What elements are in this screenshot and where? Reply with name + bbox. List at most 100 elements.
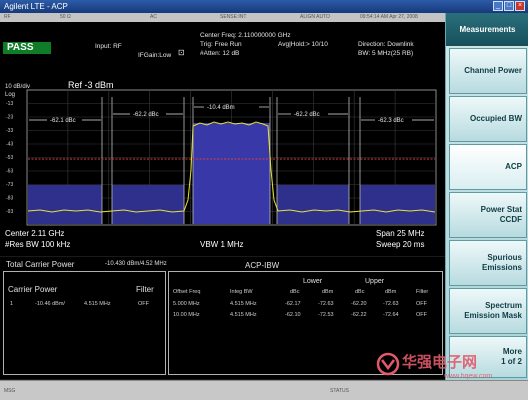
table-cell: 4.515 MHz <box>230 312 257 318</box>
y-axis-ticks: -13 -23 -33 -43 -53 -63 -73 -83 -93 <box>6 101 13 215</box>
y-tick: -13 <box>6 101 13 107</box>
input-setting: Input: RF <box>95 43 122 50</box>
instrument-status-strip: RF 50 Ω AC SENSE:INT ALIGN AUTO 09:54:14… <box>0 13 445 22</box>
table-cell: 4.515 MHz <box>230 301 257 307</box>
status-coupling: AC <box>150 14 157 20</box>
center-freq-label: Center 2.11 GHz <box>5 229 64 238</box>
table-cell: -62.10 <box>285 312 301 318</box>
direction-info: Direction: Downlink <box>358 41 414 48</box>
softkey-label: CCDF <box>499 215 522 224</box>
col-upper-dbc: dBc <box>355 289 365 295</box>
y-tick: -23 <box>6 115 13 121</box>
minimize-button[interactable]: _ <box>493 1 503 11</box>
softkey-acp[interactable]: ACP <box>449 144 527 190</box>
lower-offset-2-label: -62.1 dBc <box>50 118 76 124</box>
softkey-label: Spurious <box>487 253 522 262</box>
window-titlebar: Agilent LTE - ACP _ □ × <box>0 0 528 13</box>
spectrum-plot[interactable]: 10 dB/div Ref -3 dBm Log -13 -23 -33 -43… <box>0 60 445 256</box>
carrier-index: 1 <box>10 301 14 307</box>
bottom-status-bar: MSG STATUS <box>0 380 528 400</box>
table-cell: -62.20 <box>351 301 367 307</box>
table-cell: OFF <box>416 301 427 307</box>
measurement-info-bar: PASS Input: RF IFGain:Low ⊡ Center Freq:… <box>0 22 445 60</box>
sweep-label: Sweep 20 ms <box>376 240 424 249</box>
carrier-filter-label: Filter <box>136 285 154 294</box>
if-gain-setting: IFGain:Low <box>138 52 172 59</box>
table-cell: -62.17 <box>285 301 301 307</box>
upper-offset-2-label: -62.3 dBc <box>378 118 404 124</box>
y-tick: -43 <box>6 142 13 148</box>
input-icon: ⊡ <box>178 48 185 57</box>
total-carrier-power-label: Total Carrier Power <box>6 260 75 269</box>
carrier-bw-value: 4.515 MHz <box>84 301 111 307</box>
span-label: Span 25 MHz <box>376 229 424 238</box>
softkey-channel-power[interactable]: Channel Power <box>449 48 527 94</box>
softkey-power-stat-ccdf[interactable]: Power Stat CCDF <box>449 192 527 238</box>
table-cell: 10.00 MHz <box>173 312 200 318</box>
log-label: Log <box>5 92 15 98</box>
carrier-power-label: Carrier Power <box>8 285 58 294</box>
upper-offset-1-block <box>277 185 349 224</box>
watermark-text: 华强电子网 <box>402 353 477 371</box>
status-label: STATUS <box>330 388 349 394</box>
maximize-button[interactable]: □ <box>504 1 514 11</box>
table-cell: -72.64 <box>383 312 399 318</box>
softkey-label: ACP <box>505 162 522 171</box>
softkey-label: Emissions <box>481 263 522 272</box>
y-tick: -33 <box>6 128 13 134</box>
upper-header: Upper <box>365 278 385 285</box>
status-impedance: 50 Ω <box>60 14 71 20</box>
col-lower-dbm: dBm <box>322 289 334 295</box>
avg-hold-info: Avg|Hold:> 10/10 <box>278 41 328 48</box>
acp-mode-label: ACP-IBW <box>245 261 280 270</box>
col-integ-bw: Integ BW <box>230 289 253 295</box>
y-tick: -83 <box>6 196 13 202</box>
softkey-spurious-emissions[interactable]: Spurious Emissions <box>449 240 527 286</box>
main-channel-power-label: -10.4 dBm <box>207 105 235 111</box>
bandwidth-info: BW: 5 MHz(25 RB) <box>358 50 414 57</box>
softkey-label: Spectrum <box>485 301 522 310</box>
table-cell: -72.53 <box>318 312 334 318</box>
trigger-info: Trig: Free Run <box>200 41 242 48</box>
window-title: Agilent LTE - ACP <box>4 2 68 11</box>
softkey-spectrum-emission-mask[interactable]: Spectrum Emission Mask <box>449 288 527 334</box>
scale-label: 10 dB/div <box>5 84 30 90</box>
logo-icon <box>376 352 400 376</box>
table-cell: -72.63 <box>383 301 399 307</box>
menu-title: Measurements <box>446 13 528 46</box>
softkey-label: Occupied BW <box>469 114 522 123</box>
close-button[interactable]: × <box>515 1 525 11</box>
table-cell: -72.63 <box>318 301 334 307</box>
status-sense: SENSE:INT <box>220 14 247 20</box>
col-upper-dbm: dBm <box>385 289 397 295</box>
col-filter: Filter <box>416 289 429 295</box>
table-cell: -62.22 <box>351 312 367 318</box>
spectrum-graph: 10 dB/div Ref -3 dBm Log -13 -23 -33 -43… <box>5 80 437 249</box>
status-rf: RF <box>4 14 11 20</box>
vbw-label: VBW 1 MHz <box>200 240 244 249</box>
table-cell: OFF <box>416 312 427 318</box>
pass-badge: PASS <box>3 42 51 54</box>
center-freq-info: Center Freq: 2.110000000 GHz <box>200 32 291 39</box>
softkey-label: Channel Power <box>464 66 522 75</box>
lower-header: Lower <box>303 278 323 285</box>
attenuation-info: #Atten: 12 dB <box>200 50 240 57</box>
watermark-logo: 华强电子网 www.hqew.com <box>376 352 492 380</box>
message-label: MSG <box>4 388 16 394</box>
status-datetime: 09:54:14 AM Apr 27, 2008 <box>360 14 418 20</box>
window-controls: _ □ × <box>493 1 525 11</box>
lower-offset-2-block <box>28 185 102 224</box>
col-offset-freq: Offset Freq <box>173 289 201 295</box>
softkey-occupied-bw[interactable]: Occupied BW <box>449 96 527 142</box>
watermark-url: www.hqew.com <box>443 373 492 380</box>
y-tick: -73 <box>6 182 13 188</box>
softkey-menu: Measurements Channel Power Occupied BW A… <box>445 13 528 380</box>
lower-offset-1-label: -62.2 dBc <box>133 112 159 118</box>
y-tick: -53 <box>6 155 13 161</box>
softkey-label: Power Stat <box>480 205 522 214</box>
col-lower-dbc: dBc <box>290 289 300 295</box>
ref-level-label: Ref -3 dBm <box>68 80 114 90</box>
y-tick: -93 <box>6 209 13 215</box>
y-tick: -63 <box>6 169 13 175</box>
res-bw-label: #Res BW 100 kHz <box>5 240 70 249</box>
